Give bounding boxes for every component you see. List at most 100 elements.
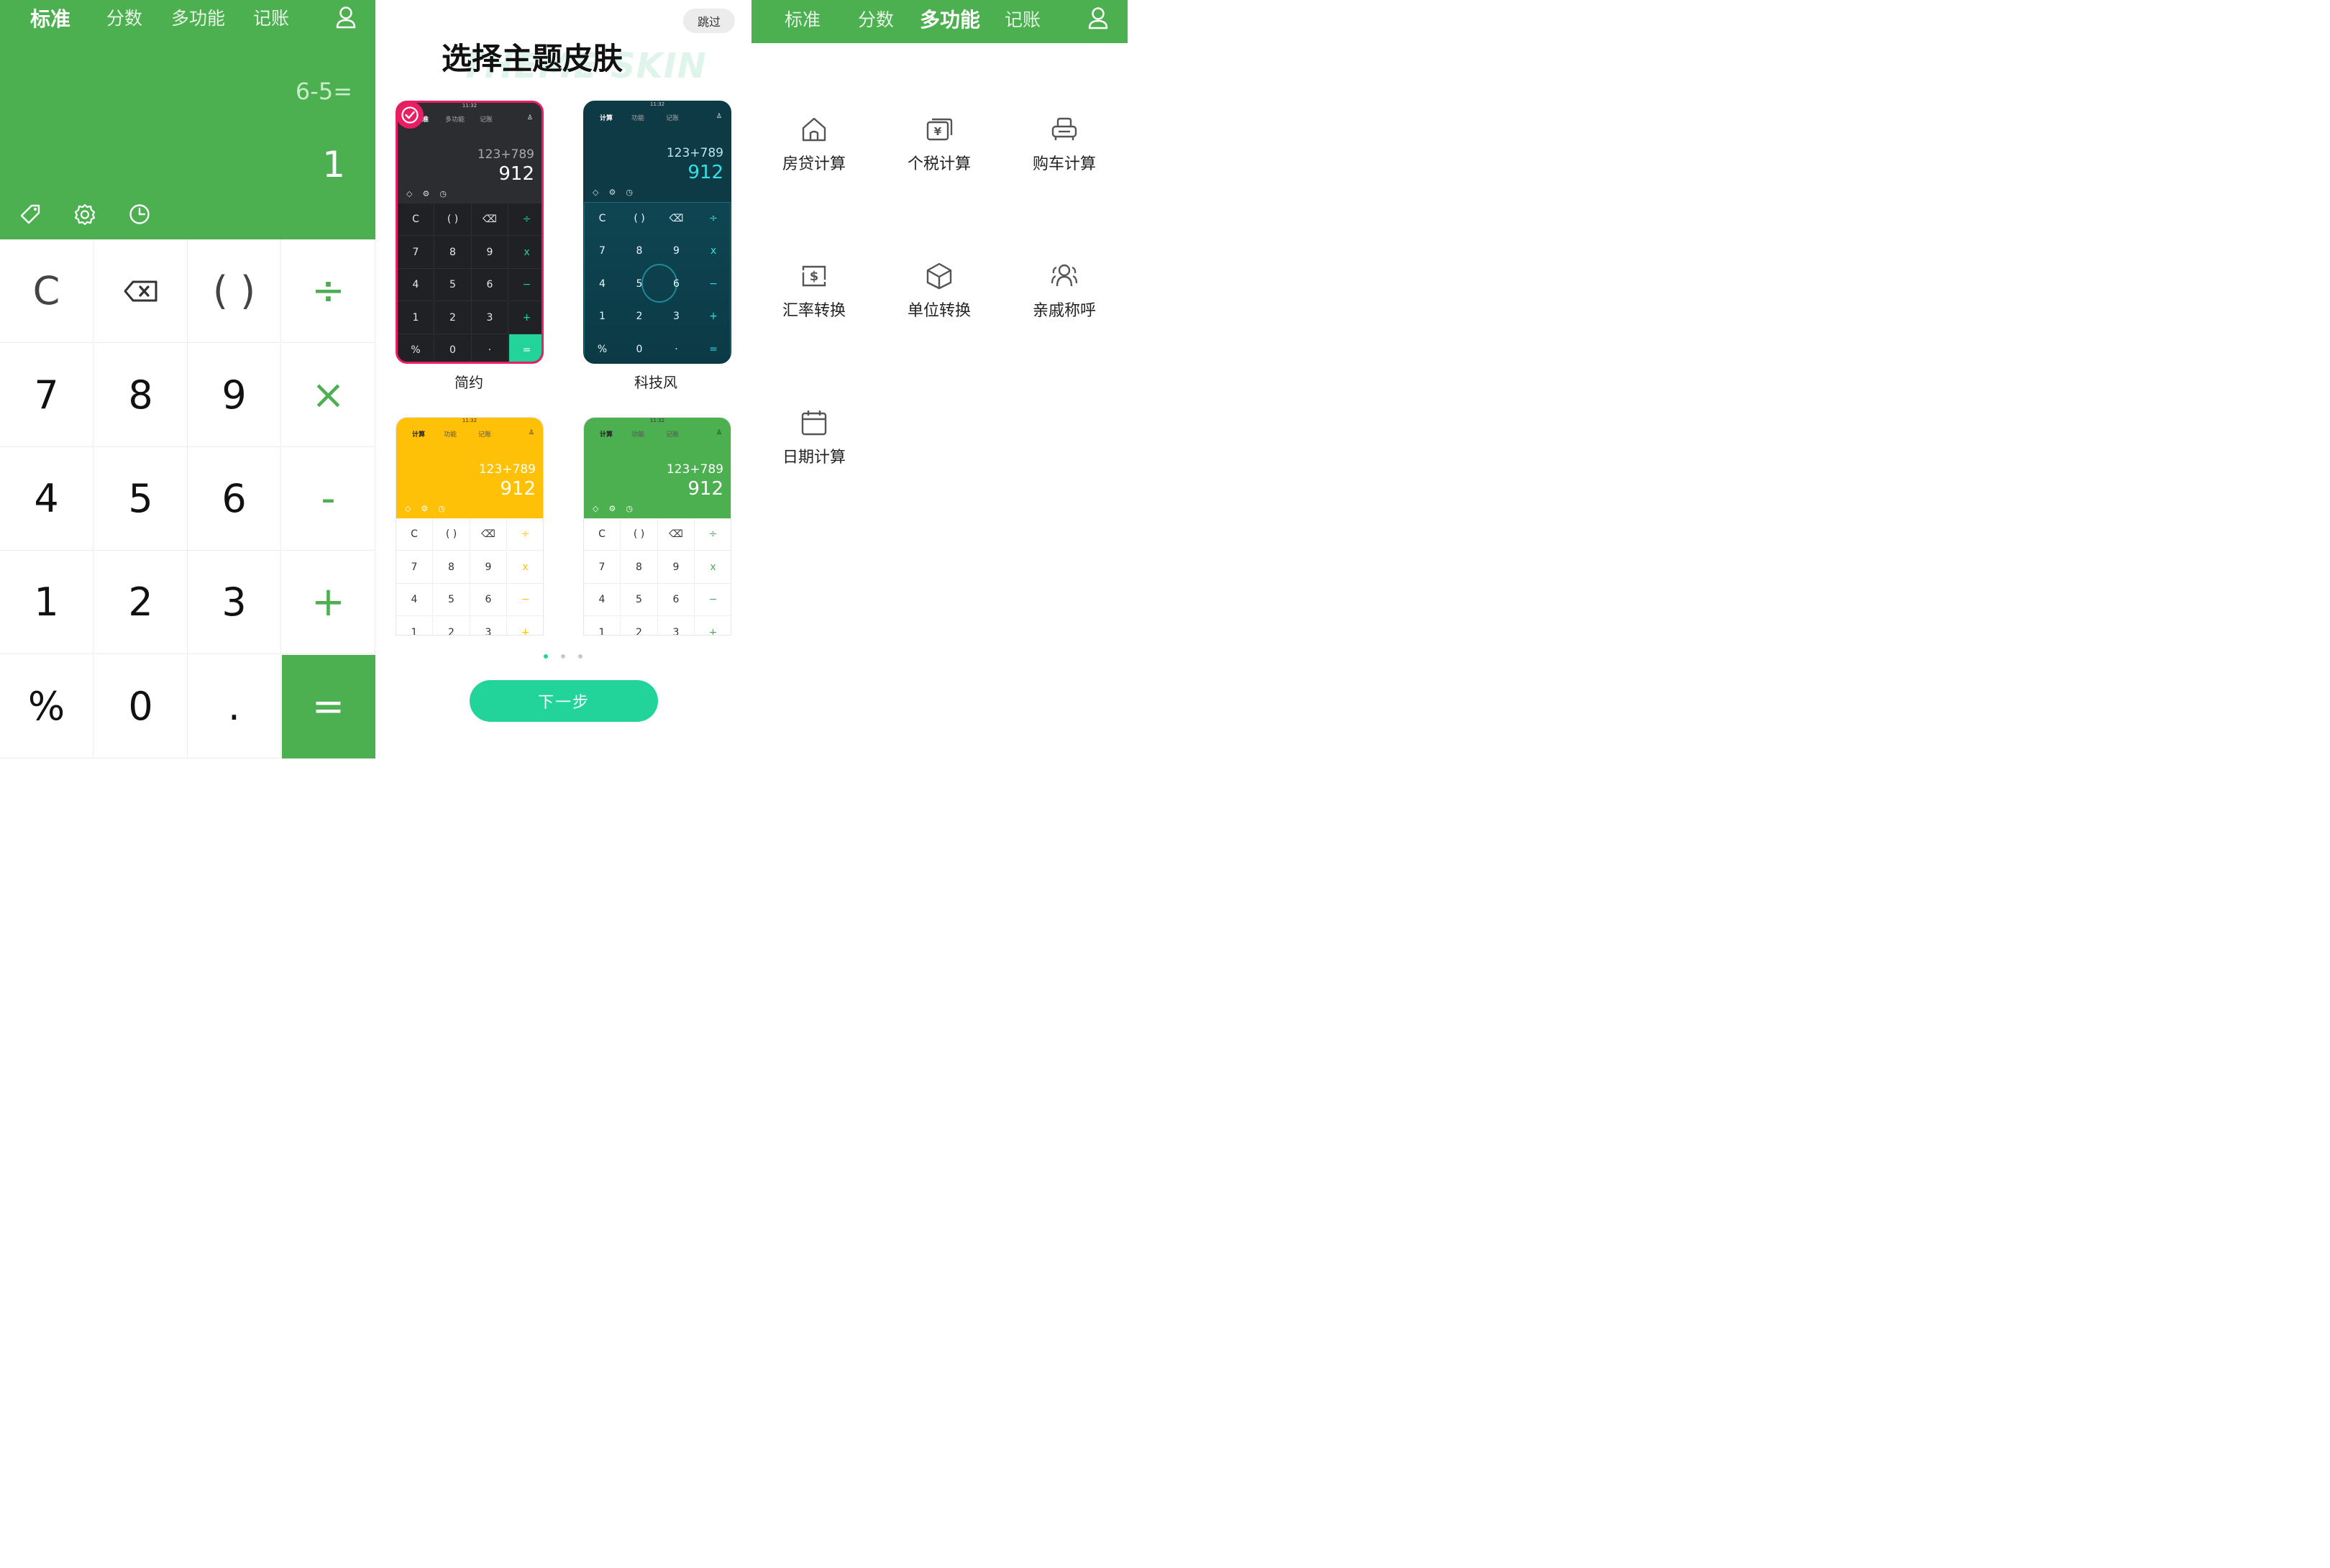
preview-status-time: 11:32 <box>649 418 665 423</box>
result-display: 1 <box>322 144 345 185</box>
parentheses-key[interactable]: ( ) <box>188 239 281 343</box>
tab-fraction[interactable]: 分数 <box>106 4 142 30</box>
preview-keypad: C( ) ⌫ ÷ 7 8 9 x 4 5 6−1 2 3 +% 0 · = <box>398 203 542 362</box>
preview-key-minus: − <box>507 584 543 616</box>
backspace-icon <box>124 280 157 301</box>
preview-tab: 记账 <box>666 431 680 439</box>
preview-result: 912 <box>687 162 723 183</box>
next-step-button[interactable]: 下一步 <box>470 680 658 722</box>
preview-key-1: 1 <box>584 616 621 635</box>
preview-key-9: 9 <box>658 551 695 584</box>
user-icon: ♙ <box>716 429 722 436</box>
preview-key-1: 1 <box>398 301 434 334</box>
tag-icon[interactable] <box>19 203 42 226</box>
theme-label: 简约 <box>454 374 483 391</box>
preview-key-2: 2 <box>434 616 470 635</box>
theme-card-simple[interactable]: 11:32 准多功能 记账 ♙ 123+789 912 ◇⚙◷ C( ) ⌫ ÷ 7 8 9 x 4 5 6−1… <box>396 101 544 364</box>
user-icon: ♙ <box>526 114 533 122</box>
digit-9-key[interactable]: 9 <box>188 344 281 447</box>
preview-keypad: C( ) ⌫ ÷ 7 8 9 x 4 5 6− 1 2 3 + <box>396 518 543 635</box>
history-icon[interactable] <box>128 203 151 226</box>
preview-tab: 功能 <box>631 115 645 122</box>
theme-card-tech[interactable]: 11:32 计算 功能 记账 ♙ 123+789 912 ◇⚙◷ C ( ) ⌫ ÷ 7 8 9 x 4 5 6 − 1… <box>583 101 731 364</box>
tab-multifunction[interactable]: 多功能 <box>920 4 980 33</box>
preview-key-3: 3 <box>470 616 507 635</box>
digit-3-key[interactable]: 3 <box>188 551 281 654</box>
settings-icon[interactable] <box>73 203 96 226</box>
preview-key-multiply: x <box>695 551 731 584</box>
money-card-icon: ¥ <box>926 118 953 141</box>
preview-key-6: 6 <box>470 584 507 616</box>
backspace-key[interactable] <box>94 239 188 343</box>
preview-tab: 功能 <box>631 431 645 439</box>
date-calculator-item[interactable]: 日期计算 <box>760 408 868 487</box>
preview-key-4: 4 <box>599 278 606 290</box>
tab-standard[interactable]: 标准 <box>785 6 821 32</box>
calculator-display-panel: 标准 分数 多功能 记账 6-5= 1 <box>0 0 375 239</box>
preview-key-2: 2 <box>636 311 643 322</box>
skip-button[interactable]: 跳过 <box>683 9 735 33</box>
divide-key[interactable]: ÷ <box>282 239 375 343</box>
car-purchase-calculator-item[interactable]: 购车计算 <box>1010 115 1118 194</box>
exchange-rate-item[interactable]: $ 汇率转换 <box>760 262 868 341</box>
preview-key-divide: ÷ <box>507 518 543 551</box>
preview-tab: 计算 <box>600 115 613 122</box>
relative-titles-item[interactable]: 亲戚称呼 <box>1010 262 1118 341</box>
preview-expression: 123+789 <box>666 146 723 160</box>
preview-key-multiply: x <box>508 237 542 269</box>
user-icon[interactable] <box>1087 6 1109 29</box>
digit-5-key[interactable]: 5 <box>94 447 188 551</box>
plus-key[interactable]: + <box>282 551 375 654</box>
unit-conversion-item[interactable]: 单位转换 <box>885 262 993 341</box>
preview-key-plus: + <box>508 302 542 334</box>
preview-key-7: 7 <box>398 236 434 269</box>
exchange-icon: $ <box>802 265 826 287</box>
preview-tool-icons: ◇⚙◷ <box>593 504 643 513</box>
preview-tab: 功能 <box>444 431 457 439</box>
digit-1-key[interactable]: 1 <box>0 551 93 654</box>
income-tax-calculator-item[interactable]: ¥ 个税计算 <box>885 115 993 194</box>
tab-bookkeeping[interactable]: 记账 <box>253 4 289 30</box>
multiply-key[interactable]: × <box>282 344 375 447</box>
preview-key-clear: C <box>396 518 433 551</box>
clear-key[interactable]: C <box>0 239 93 343</box>
mortgage-calculator-item[interactable]: 房贷计算 <box>760 115 868 194</box>
digit-4-key[interactable]: 4 <box>0 447 93 551</box>
preview-key-8: 8 <box>621 551 658 584</box>
preview-key-equals: = <box>709 343 718 355</box>
preview-key-equals: = <box>508 334 542 362</box>
preview-tab: 计算 <box>600 431 613 439</box>
digit-7-key[interactable]: 7 <box>0 344 93 447</box>
tab-standard[interactable]: 标准 <box>30 4 70 32</box>
equals-key[interactable]: = <box>282 655 375 758</box>
tab-multifunction[interactable]: 多功能 <box>171 4 225 30</box>
tab-fraction[interactable]: 分数 <box>858 6 894 32</box>
preview-status-time: 11:32 <box>649 101 665 107</box>
preview-key-clear: C <box>598 212 606 224</box>
preview-result: 912 <box>498 163 534 185</box>
function-label: 单位转换 <box>907 302 971 320</box>
minus-key[interactable]: - <box>282 447 375 551</box>
preview-key-6: 6 <box>658 584 695 616</box>
digit-8-key[interactable]: 8 <box>94 344 188 447</box>
preview-keypad: C( ) ⌫ ÷ 7 8 9 x 4 5 6−1 2 3 +% 0 · = <box>584 202 731 363</box>
preview-key-5: 5 <box>434 269 472 301</box>
digit-0-key[interactable]: 0 <box>94 655 188 758</box>
percent-key[interactable]: % <box>0 655 93 758</box>
preview-key-8: 8 <box>433 551 470 584</box>
theme-card-green[interactable]: 11:32 计算 功能 记账 ♙ 123+789 912 ◇⚙◷ C( ) ⌫ ÷ 7 8 9 x 4 5 6− 1… <box>583 417 731 636</box>
user-icon[interactable] <box>335 6 357 29</box>
digit-6-key[interactable]: 6 <box>188 447 281 551</box>
tab-bookkeeping[interactable]: 记账 <box>1005 6 1041 32</box>
preview-key-5: 5 <box>433 584 470 616</box>
preview-key-plus: + <box>709 311 718 322</box>
preview-key-4: 4 <box>398 269 434 301</box>
digit-2-key[interactable]: 2 <box>94 551 188 654</box>
theme-card-yellow[interactable]: 11:32 计算 功能 记账 ♙ 123+789 912 ◇⚙◷ C( ) ⌫ ÷ 7 8 9 x 4 5 6− 1… <box>396 417 544 636</box>
preview-key-minus: − <box>695 584 731 616</box>
preview-key-3: 3 <box>658 616 695 635</box>
preview-key-multiply: x <box>507 551 543 584</box>
user-icon: ♙ <box>716 113 722 120</box>
svg-text:$: $ <box>810 269 819 284</box>
decimal-key[interactable]: . <box>188 655 281 758</box>
